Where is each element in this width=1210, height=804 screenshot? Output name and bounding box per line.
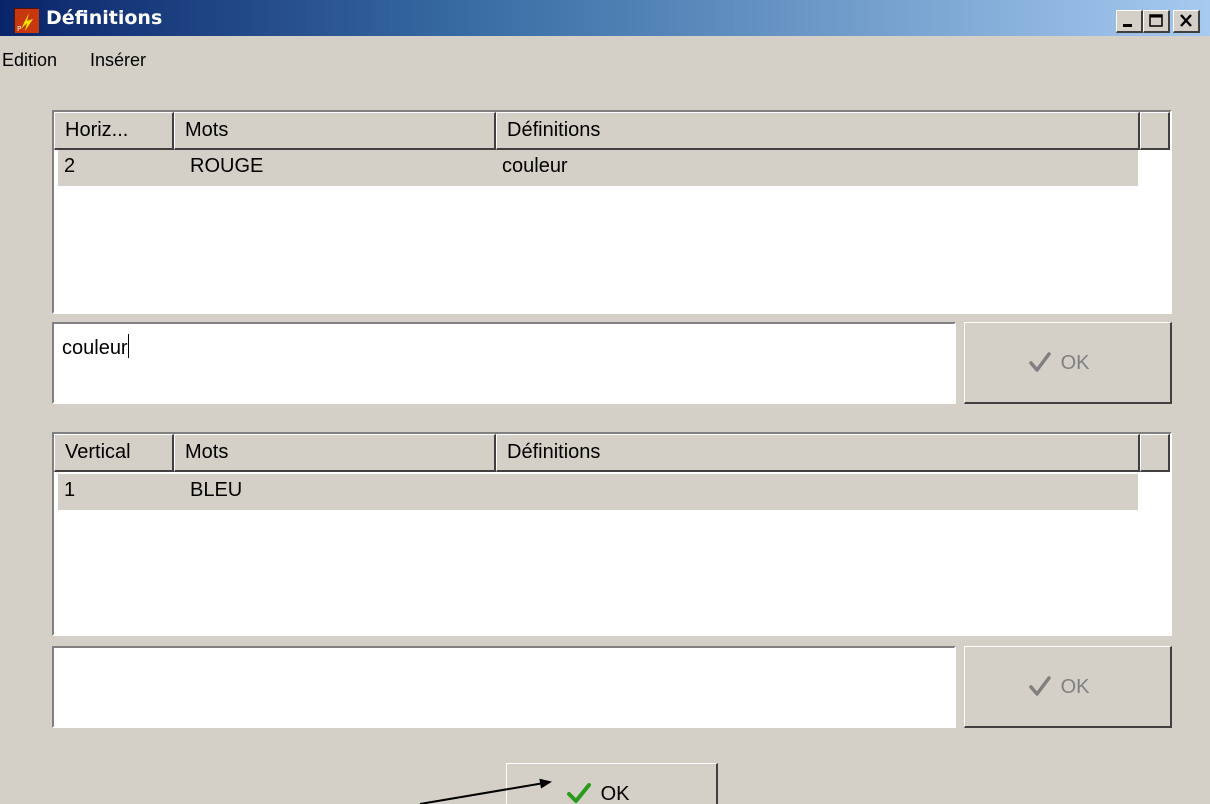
column-header-vertical[interactable]: Vertical	[54, 434, 174, 472]
column-header-definitions[interactable]: Définitions	[496, 112, 1140, 150]
horizontal-words-list[interactable]: Horiz... Mots Définitions 2 ROUGE couleu…	[52, 110, 1172, 314]
column-header-filler	[1140, 434, 1170, 472]
vertical-definition-input[interactable]	[52, 646, 956, 728]
horizontal-list-header: Horiz... Mots Définitions	[54, 112, 1170, 150]
minimize-button[interactable]	[1116, 10, 1143, 33]
horizontal-ok-content: OK	[1029, 351, 1089, 375]
checkmark-icon	[1029, 676, 1061, 698]
column-header-horizontal[interactable]: Horiz...	[54, 112, 174, 150]
crossword-app-icon: P	[14, 8, 39, 33]
table-row[interactable]: 1 BLEU	[58, 474, 1138, 510]
checkmark-icon	[1029, 352, 1061, 374]
menu-inserer[interactable]: Insérer	[90, 50, 146, 71]
row-word: ROUGE	[190, 155, 264, 177]
maximize-button[interactable]	[1143, 10, 1170, 33]
title-bar[interactable]: P Définitions	[0, 0, 1210, 36]
row-number: 2	[64, 155, 76, 177]
column-header-mots[interactable]: Mots	[174, 112, 496, 150]
ok-content: OK	[567, 782, 629, 804]
window-title: Définitions	[46, 7, 163, 29]
vertical-ok-button[interactable]: OK	[964, 646, 1172, 728]
horizontal-definition-text: couleur	[62, 337, 128, 359]
close-button[interactable]	[1173, 10, 1200, 33]
table-row[interactable]: 2 ROUGE couleur	[58, 150, 1138, 186]
column-header-filler	[1140, 112, 1170, 150]
row-number: 1	[64, 479, 76, 501]
checkmark-icon	[567, 783, 601, 804]
row-word: BLEU	[190, 479, 243, 501]
vertical-list-header: Vertical Mots Définitions	[54, 434, 1170, 472]
column-header-mots[interactable]: Mots	[174, 434, 496, 472]
svg-text:P: P	[17, 25, 21, 33]
vertical-ok-label: OK	[1060, 676, 1090, 698]
text-caret	[127, 334, 129, 358]
horizontal-ok-button[interactable]: OK	[964, 322, 1172, 404]
menu-edition[interactable]: Edition	[2, 50, 57, 71]
column-header-definitions[interactable]: Définitions	[496, 434, 1140, 472]
definitions-window: P Définitions Edition Insérer Horiz... M…	[0, 0, 1210, 804]
vertical-words-list[interactable]: Vertical Mots Définitions 1 BLEU	[52, 432, 1172, 636]
horizontal-ok-label: OK	[1060, 352, 1090, 374]
vertical-ok-content: OK	[1029, 675, 1089, 699]
row-definition: couleur	[502, 155, 568, 177]
horizontal-definition-input[interactable]: couleur	[52, 322, 956, 404]
ok-label: OK	[600, 783, 630, 804]
ok-button[interactable]: OK	[506, 763, 718, 804]
